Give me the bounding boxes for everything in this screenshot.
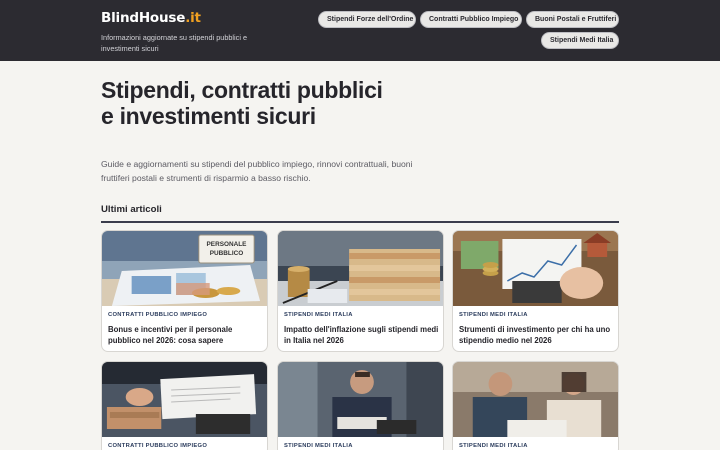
- article-image[interactable]: [278, 231, 443, 306]
- site-tagline: Informazioni aggiornate su stipendi pubb…: [101, 33, 248, 53]
- article-card[interactable]: PERSONALE PUBBLICO CONTRATTI PUBBLICO IM…: [101, 230, 268, 352]
- article-category[interactable]: STIPENDI MEDI ITALIA: [459, 443, 528, 449]
- article-image[interactable]: [278, 362, 443, 437]
- nav-buoni-postali[interactable]: Buoni Postali e Fruttiferi: [526, 11, 619, 28]
- brand-tld: .it: [185, 10, 201, 26]
- nav-stipendi-medi-italia[interactable]: Stipendi Medi Italia: [541, 32, 619, 49]
- article-category[interactable]: STIPENDI MEDI ITALIA: [459, 312, 528, 318]
- site-logo[interactable]: BlindHouse.it: [101, 10, 201, 26]
- article-card[interactable]: CONTRATTI PUBBLICO IMPIEGO: [101, 361, 268, 450]
- article-card[interactable]: STIPENDI MEDI ITALIA: [452, 361, 619, 450]
- page-subtitle: Guide e aggiornamenti su stipendi del pu…: [101, 159, 413, 183]
- nav-contratti-pubblico-impiego[interactable]: Contratti Pubblico Impiego: [420, 11, 522, 28]
- article-title[interactable]: Impatto dell'inflazione sugli stipendi m…: [284, 324, 439, 346]
- article-image[interactable]: [102, 362, 267, 437]
- article-category[interactable]: CONTRATTI PUBBLICO IMPIEGO: [108, 312, 207, 318]
- page-title: Stipendi, contratti pubblici e investime…: [101, 77, 383, 129]
- article-card[interactable]: STIPENDI MEDI ITALIA Impatto dell'inflaz…: [277, 230, 444, 352]
- brand-name: BlindHouse: [101, 10, 186, 26]
- site-header: BlindHouse.it Informazioni aggiornate su…: [0, 0, 720, 61]
- article-image[interactable]: [453, 362, 618, 437]
- article-card[interactable]: STIPENDI MEDI ITALIA: [277, 361, 444, 450]
- article-image[interactable]: [453, 231, 618, 306]
- image-sign-line-2: PUBBLICO: [210, 250, 243, 257]
- article-title[interactable]: Bonus e incentivi per il personale pubbl…: [108, 324, 263, 346]
- article-category[interactable]: CONTRATTI PUBBLICO IMPIEGO: [108, 443, 207, 449]
- section-divider: [101, 221, 619, 223]
- article-category[interactable]: STIPENDI MEDI ITALIA: [284, 312, 353, 318]
- article-card[interactable]: STIPENDI MEDI ITALIA Strumenti di invest…: [452, 230, 619, 352]
- article-title[interactable]: Strumenti di investimento per chi ha uno…: [459, 324, 614, 346]
- article-image[interactable]: PERSONALE PUBBLICO: [102, 231, 267, 306]
- nav-stipendi-forze-ordine[interactable]: Stipendi Forze dell'Ordine: [318, 11, 416, 28]
- section-title-latest: Ultimi articoli: [101, 204, 162, 215]
- article-category[interactable]: STIPENDI MEDI ITALIA: [284, 443, 353, 449]
- image-sign-line-1: PERSONALE: [207, 241, 248, 248]
